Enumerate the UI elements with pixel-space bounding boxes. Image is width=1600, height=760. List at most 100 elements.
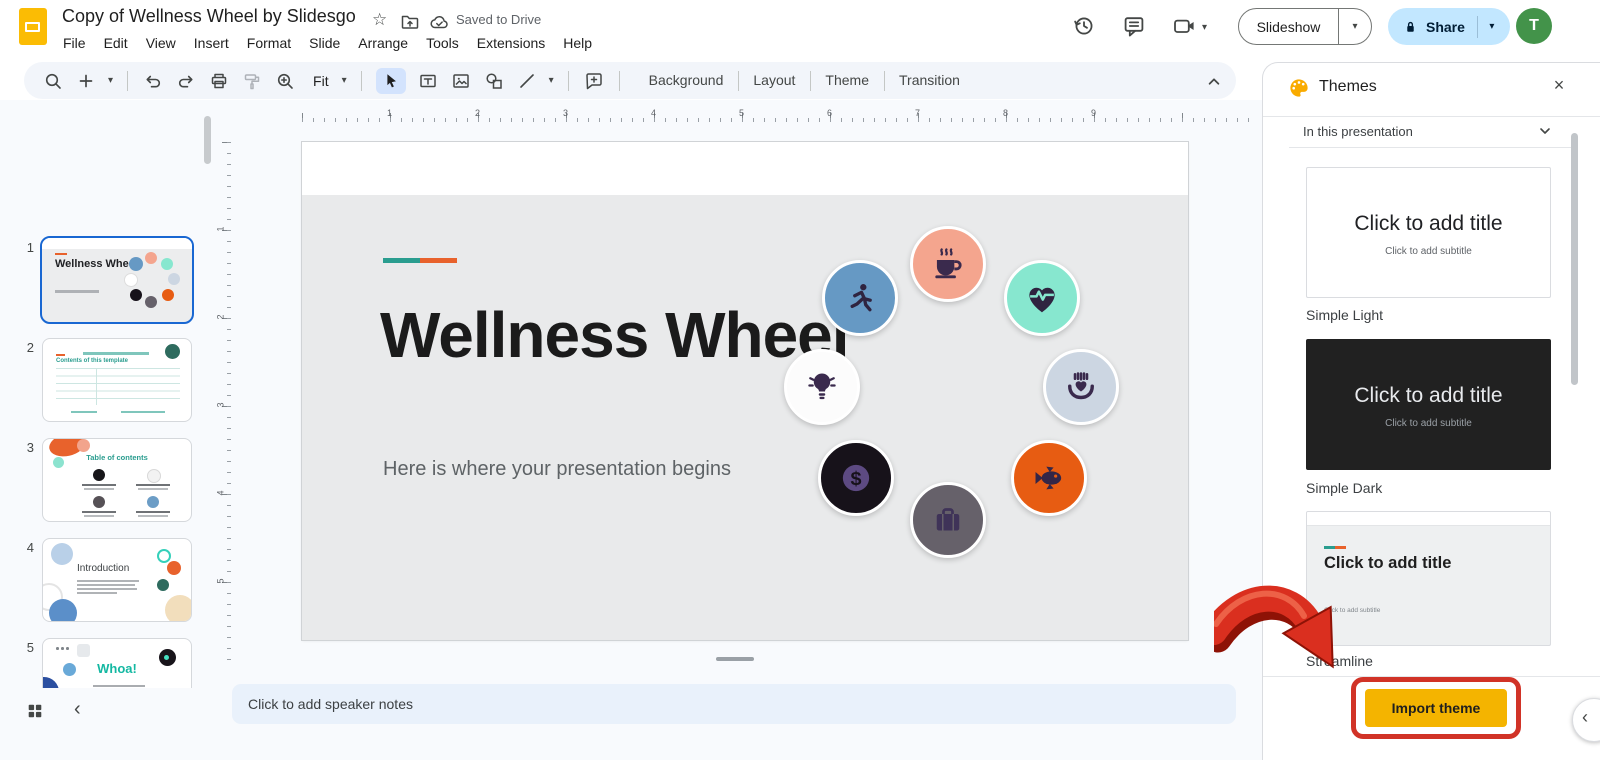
star-icon[interactable]: ☆ [372, 10, 387, 30]
avatar[interactable]: T [1516, 8, 1552, 44]
theme-button[interactable]: Theme [810, 62, 884, 99]
fish-circle[interactable] [1011, 440, 1087, 516]
slide-thumbnail-3[interactable]: Table of contents [42, 438, 192, 522]
theme-card-simple-dark[interactable]: Click to add title Click to add subtitle [1306, 339, 1551, 470]
slide-thumbnail-1[interactable]: Wellness Wheel [40, 236, 194, 324]
meet-caret-icon[interactable]: ▾ [1202, 22, 1207, 33]
document-title[interactable]: Copy of Wellness Wheel by Slidesgo [62, 6, 356, 27]
add-slide-icon[interactable] [75, 70, 97, 92]
thumb-deco [165, 344, 180, 359]
toolbar-divider [127, 71, 128, 91]
panel-divider [1263, 116, 1600, 117]
insert-comment-icon[interactable] [583, 70, 605, 92]
zoom-icon[interactable] [274, 70, 296, 92]
menu-insert[interactable]: Insert [185, 31, 238, 55]
zoom-select[interactable]: Fit [313, 73, 329, 89]
briefcase-circle[interactable] [910, 482, 986, 558]
menu-extensions[interactable]: Extensions [468, 31, 554, 55]
annotation-highlight-box [1351, 677, 1521, 739]
saved-status[interactable]: Saved to Drive [456, 12, 541, 27]
add-slide-caret-icon[interactable]: ▾ [108, 75, 113, 86]
thumb-deco [93, 469, 105, 481]
exercise-circle[interactable] [822, 260, 898, 336]
thumb-deco [77, 644, 90, 657]
grid-view-icon[interactable] [26, 702, 44, 720]
thumb-deco [147, 469, 161, 483]
ruler-number: 6 [827, 108, 832, 118]
undo-icon[interactable] [142, 70, 164, 92]
thumb-deco [42, 238, 192, 249]
collapse-filmstrip-icon[interactable]: ‹ [74, 698, 81, 721]
meet-camera-icon[interactable] [1172, 14, 1196, 38]
toolbar-divider [619, 71, 620, 91]
hands-heart-circle[interactable] [1043, 349, 1119, 425]
thumb-deco [77, 580, 139, 582]
menu-help[interactable]: Help [554, 31, 601, 55]
menu-slide[interactable]: Slide [300, 31, 349, 55]
theme-preview-subtitle: Click to add subtitle [1307, 418, 1550, 429]
slide-subtitle[interactable]: Here is where your presentation begins [383, 458, 731, 481]
slide-number: 2 [18, 340, 34, 355]
thumb-deco [1324, 546, 1346, 549]
slide-title[interactable]: Wellness Wheel [380, 300, 849, 370]
canvas-scroll-indicator[interactable] [716, 657, 754, 661]
chevron-down-icon[interactable] [1535, 121, 1555, 141]
paint-format-icon[interactable] [241, 70, 263, 92]
filmstrip-scrollbar[interactable] [204, 116, 211, 164]
coffee-circle[interactable] [910, 226, 986, 302]
zoom-caret-icon[interactable]: ▾ [342, 75, 347, 86]
background-button[interactable]: Background [634, 62, 739, 99]
slide-thumbnail-4[interactable]: Introduction [42, 538, 192, 622]
menu-view[interactable]: View [137, 31, 185, 55]
slideshow-caret-icon[interactable]: ▾ [1339, 21, 1371, 32]
thumb-deco [42, 677, 59, 688]
slide-number: 3 [18, 440, 34, 455]
thumb-deco [164, 655, 169, 660]
redo-icon[interactable] [175, 70, 197, 92]
thumb-deco [121, 411, 165, 413]
slide-canvas[interactable]: Wellness Wheel Here is where your presen… [302, 142, 1188, 640]
slide-thumbnail-5[interactable]: Whoa! [42, 638, 192, 688]
insert-image-icon[interactable] [450, 70, 472, 92]
share-button[interactable]: Share ▾ [1388, 8, 1510, 45]
dollar-circle[interactable]: $ [818, 440, 894, 516]
lightbulb-circle[interactable] [784, 349, 860, 425]
share-caret-icon[interactable]: ▾ [1478, 21, 1506, 32]
lightbulb-icon [804, 369, 840, 405]
insert-shape-icon[interactable] [483, 70, 505, 92]
thumb-deco [138, 515, 168, 517]
panel-scrollbar[interactable] [1571, 133, 1578, 385]
move-folder-icon[interactable] [400, 12, 420, 32]
slideshow-button[interactable]: Slideshow ▾ [1238, 8, 1372, 45]
insert-line-icon[interactable] [516, 70, 538, 92]
menu-format[interactable]: Format [238, 31, 300, 55]
print-icon[interactable] [208, 70, 230, 92]
close-icon[interactable]: × [1547, 75, 1571, 96]
heart-pulse-circle[interactable] [1004, 260, 1080, 336]
slide-thumbnail-2[interactable]: Contents of this template [42, 338, 192, 422]
menu-arrange[interactable]: Arrange [349, 31, 417, 55]
thumb-deco [77, 584, 135, 586]
thumb-title: Table of contents [43, 453, 191, 462]
speaker-notes-input[interactable]: Click to add speaker notes [232, 684, 1236, 724]
thumb-deco [130, 289, 142, 301]
menu-edit[interactable]: Edit [95, 31, 137, 55]
comments-icon[interactable] [1122, 14, 1146, 38]
thumb-deco [145, 252, 157, 264]
thumb-deco [56, 354, 65, 356]
search-menus-icon[interactable] [42, 70, 64, 92]
version-history-icon[interactable] [1072, 14, 1096, 38]
menu-tools[interactable]: Tools [417, 31, 468, 55]
menu-file[interactable]: File [54, 31, 95, 55]
line-caret-icon[interactable]: ▾ [549, 75, 554, 86]
hands-heart-icon [1063, 369, 1099, 405]
vertical-ruler: 12345 [216, 122, 231, 670]
layout-button[interactable]: Layout [738, 62, 810, 99]
thumb-deco [82, 511, 116, 513]
theme-card-simple-light[interactable]: Click to add title Click to add subtitle [1306, 167, 1551, 298]
select-tool-button[interactable] [376, 68, 406, 94]
transition-button[interactable]: Transition [884, 62, 975, 99]
text-box-icon[interactable] [417, 70, 439, 92]
slides-logo-icon[interactable] [19, 8, 47, 45]
collapse-toolbar-icon[interactable] [1202, 70, 1226, 92]
